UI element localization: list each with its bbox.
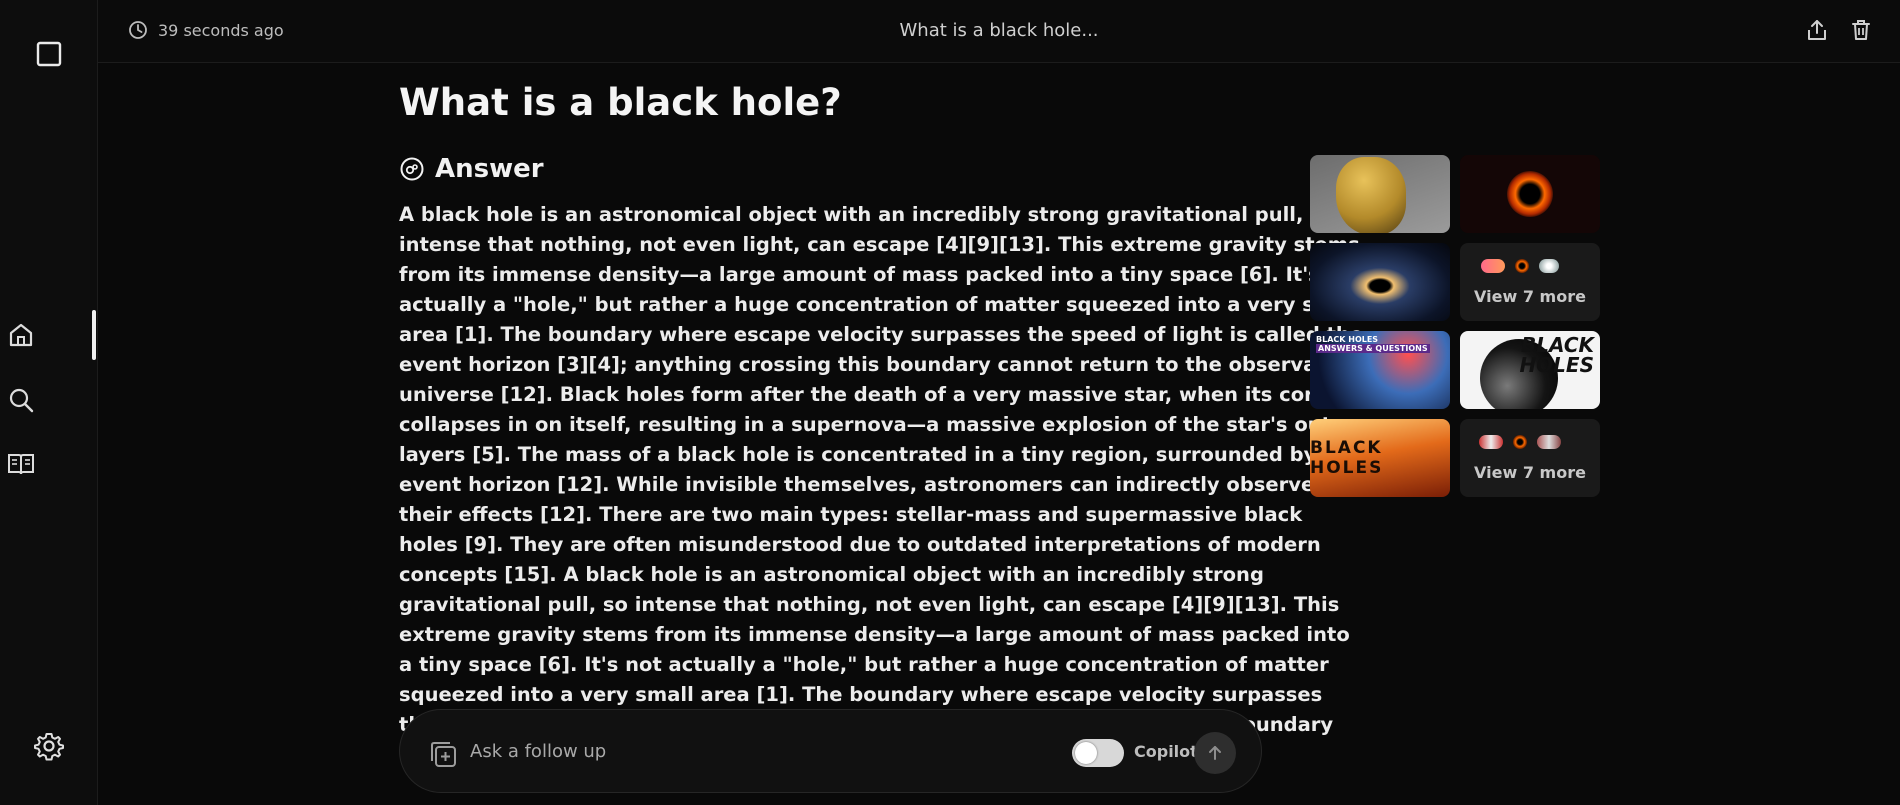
preview-thumb	[1537, 434, 1561, 449]
view-more-images-label: View 7 more	[1474, 286, 1586, 306]
preview-thumb	[1539, 258, 1559, 273]
new-thread-button[interactable]	[0, 34, 98, 74]
delete-button[interactable]	[1850, 18, 1872, 46]
video-thumbnail[interactable]: BLACK HOLES ANSWERS & QUESTIONS	[1310, 331, 1450, 409]
answer-heading-text: Answer	[435, 154, 544, 184]
settings-button[interactable]	[0, 728, 98, 764]
sidebar-item-discover[interactable]	[0, 383, 70, 417]
follow-up-input[interactable]: Ask a follow up	[470, 741, 606, 762]
follow-up-composer: Ask a follow up Copilot	[399, 709, 1262, 793]
video-thumbnail[interactable]: BLACK HOLES	[1310, 419, 1450, 497]
trash-icon	[1852, 20, 1870, 40]
image-thumbnail[interactable]	[1310, 155, 1450, 233]
preview-thumb	[1481, 258, 1505, 273]
main-content: What is a black hole? Answer A black hol…	[98, 63, 1900, 805]
page-title: What is a black hole?	[399, 81, 842, 124]
stone-graphic	[1336, 157, 1406, 233]
more-previews	[1479, 434, 1561, 449]
share-button[interactable]	[1806, 18, 1828, 46]
thumb-caption: BLACK HOLES	[1519, 333, 1594, 377]
copilot-label: Copilot	[1134, 742, 1198, 761]
answer-heading: Answer	[399, 154, 544, 184]
send-button[interactable]	[1194, 732, 1236, 774]
view-more-images-button[interactable]: View 7 more	[1460, 243, 1600, 321]
top-actions	[1806, 18, 1872, 46]
sidebar	[0, 0, 98, 805]
media-grid: View 7 more BLACK HOLES ANSWERS & QUESTI…	[1310, 155, 1600, 497]
gear-icon	[34, 733, 64, 761]
black-hole-graphic	[1507, 171, 1553, 217]
preview-thumb	[1513, 434, 1527, 449]
book-icon	[8, 454, 34, 475]
toggle-knob	[1075, 742, 1097, 764]
more-previews	[1481, 258, 1559, 273]
attach-icon	[431, 742, 456, 767]
answer-icon	[400, 157, 424, 181]
search-icon	[9, 388, 34, 413]
image-thumbnail[interactable]	[1460, 155, 1600, 233]
view-more-videos-button[interactable]: View 7 more	[1460, 419, 1600, 497]
arrow-up-icon	[1209, 746, 1221, 760]
share-icon	[1808, 20, 1826, 40]
thumb-caption: BLACK HOLES	[1310, 438, 1384, 478]
thread-title: What is a black hole...	[899, 20, 1099, 41]
view-more-videos-label: View 7 more	[1474, 462, 1586, 482]
attach-button[interactable]	[428, 739, 458, 773]
video-thumbnail[interactable]: BLACK HOLES	[1460, 331, 1600, 409]
image-thumbnail[interactable]	[1310, 243, 1450, 321]
active-indicator	[92, 310, 96, 360]
preview-thumb	[1479, 434, 1503, 449]
thumb-caption-line: ANSWERS & QUESTIONS	[1316, 344, 1430, 353]
home-icon	[9, 323, 33, 347]
thumb-caption: BLACK HOLES ANSWERS & QUESTIONS	[1316, 335, 1430, 353]
copilot-toggle[interactable]	[1072, 739, 1124, 767]
thumb-caption-line: BLACK HOLES	[1316, 335, 1379, 344]
sidebar-item-library[interactable]	[0, 447, 70, 481]
top-bar: 39 seconds ago What is a black hole...	[98, 0, 1900, 63]
square-icon	[36, 41, 62, 67]
sidebar-item-home[interactable]	[0, 318, 70, 352]
preview-thumb	[1515, 258, 1529, 273]
